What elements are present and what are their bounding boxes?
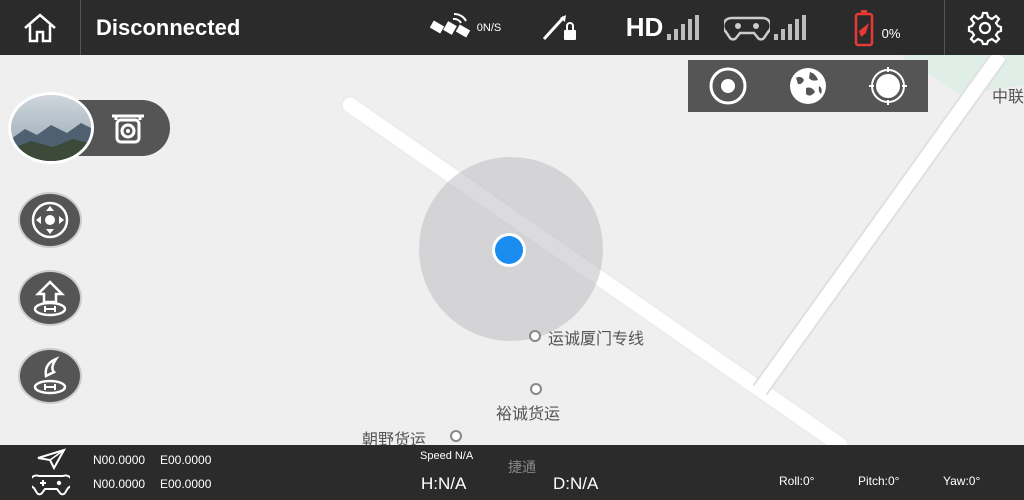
poi-label[interactable]: 朝野货运 [362,426,426,445]
drone-longitude: E00.0000 [160,453,212,467]
top-status-bar: Disconnected 0N/S HD 0% [0,0,1024,55]
takeoff-icon [33,356,67,395]
signal-bars-icon [667,14,700,40]
roll-readout: Roll:0° [779,474,815,488]
speed-label: Speed N/A [420,450,474,462]
gps-satellite-status: 0N/S [420,0,510,55]
controller-latitude: N00.0000 [93,477,146,491]
hd-label: HD [625,12,664,42]
satellite-count: 0N/S [476,21,502,34]
poi-label[interactable]: 中联 [992,83,1024,107]
camera-mode-icon [112,114,144,144]
home-icon [24,12,56,42]
satellite-map-button[interactable] [788,66,828,106]
poi-marker [450,430,462,442]
map-mode-panel [688,60,928,112]
distance-readout: D:N/A [553,474,599,493]
controller-longitude: E00.0000 [160,477,212,491]
controller-icon [724,16,770,41]
pitch-readout: Pitch:0° [858,474,900,488]
controller-position-icon [32,474,70,496]
joystick-button[interactable] [18,192,82,248]
remote-controller-status [715,0,815,55]
link-lock-status [535,0,585,55]
satellite-icon [429,12,470,37]
lock-icon [542,14,576,40]
gear-icon [967,11,1002,45]
poi-label[interactable]: 运诚厦门专线 [548,325,644,349]
settings-button[interactable] [945,0,1024,55]
battery-icon [854,9,873,46]
battery-percent: 0% [881,26,901,41]
telemetry-bar: N00.0000 E00.0000 N00.0000 E00.0000 Spee… [0,445,1024,500]
map-locate-icon [709,67,747,105]
return-home-button[interactable] [18,270,82,326]
battery-status: 0% [842,0,912,55]
controller-signal-bars-icon [774,14,806,40]
poi-label: 捷通 [508,459,536,475]
crosshair-icon [869,67,907,105]
map-locate-button[interactable] [708,66,748,106]
yaw-readout: Yaw:0° [943,474,981,488]
height-readout: H:N/A [421,474,467,493]
drone-latitude: N00.0000 [93,453,146,467]
video-link-status: HD [615,0,710,55]
poi-marker [529,330,541,342]
globe-icon [790,68,826,104]
camera-preview[interactable] [8,92,94,164]
connection-status: Disconnected [96,15,241,40]
poi-label[interactable]: 裕诚货运 [496,400,560,424]
takeoff-button[interactable] [18,348,82,404]
joystick-dpad-icon [31,201,69,239]
home-landing-icon [33,280,67,317]
home-button[interactable] [0,0,80,55]
center-drone-button[interactable] [868,66,908,106]
drone-position-icon [37,448,66,470]
divider [80,0,81,55]
poi-marker [530,383,542,395]
